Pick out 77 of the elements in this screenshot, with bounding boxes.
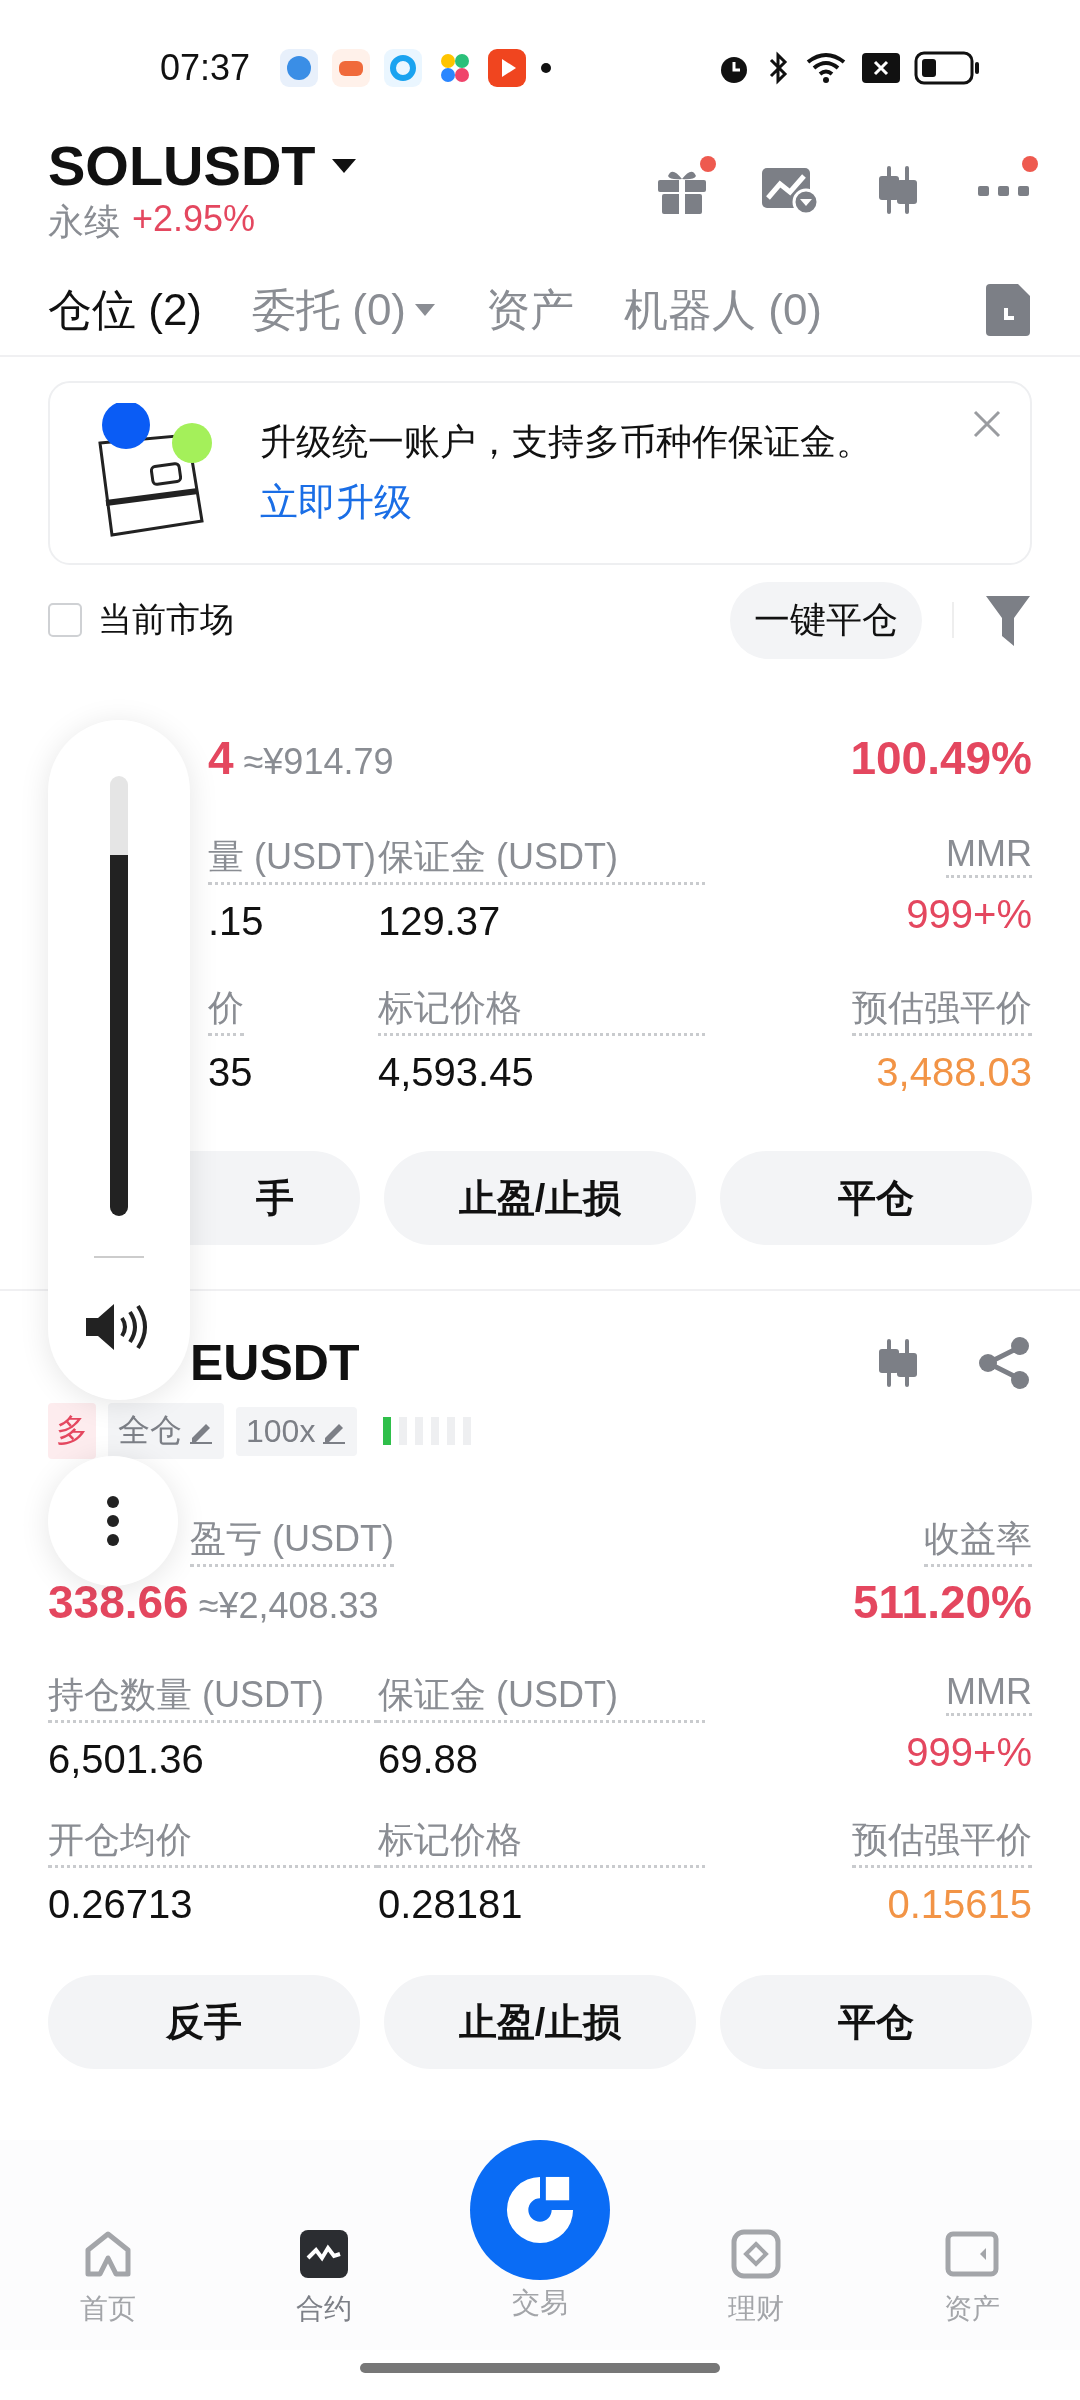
field-value: 0.26713: [48, 1882, 194, 1927]
notification-dot: [1022, 156, 1038, 172]
field-value: 999+%: [906, 892, 1032, 937]
pnl-cny: ≈¥914.79: [243, 741, 394, 783]
notification-dot: [700, 156, 716, 172]
side-tag: 多: [48, 1403, 96, 1459]
action-button[interactable]: 止盈/止损: [384, 1151, 696, 1245]
tab[interactable]: 机器人 (0): [624, 280, 822, 340]
action-button[interactable]: 平仓: [720, 1151, 1032, 1245]
pnl-value: 4: [208, 731, 234, 785]
field-value: 4,593.45: [378, 1050, 535, 1095]
field-value: 0.28181: [378, 1882, 524, 1927]
position-symbol: EUSDT: [189, 1334, 360, 1392]
field-label[interactable]: 持仓数量 (USDT): [48, 1671, 378, 1723]
pulse-icon: [298, 2228, 350, 2280]
action-button[interactable]: 反手: [48, 1975, 360, 2069]
action-button[interactable]: 止盈/止损: [384, 1975, 696, 2069]
field-label[interactable]: 量 (USDT): [208, 833, 376, 885]
field-value: 3,488.03: [876, 1050, 1032, 1095]
share-icon[interactable]: [976, 1335, 1032, 1391]
status-time: 07:37: [160, 46, 251, 89]
roi-value: 511.20%: [852, 1575, 1032, 1629]
game-icon: [332, 48, 371, 87]
upgrade-link[interactable]: 立即升级: [260, 477, 412, 528]
nav-item[interactable]: 交易: [432, 2140, 648, 2350]
cloud-icon: [384, 48, 423, 87]
caret-icon: [414, 303, 436, 317]
history-icon[interactable]: [984, 282, 1032, 338]
battery-icon: [914, 50, 980, 85]
volume-slider[interactable]: [110, 776, 128, 1216]
margin-tag[interactable]: 100x: [236, 1406, 358, 1456]
field-label[interactable]: 预估强平价: [852, 984, 1032, 1036]
field-label[interactable]: 价: [208, 984, 244, 1036]
margin-tag[interactable]: 全仓: [108, 1403, 224, 1459]
field-value: 999+%: [906, 1730, 1032, 1775]
field-label[interactable]: 开仓均价: [48, 1816, 378, 1868]
banner-message: 升级统一账户，支持多币种作保证金。: [260, 420, 872, 464]
symbol-title[interactable]: SOLUSDT: [48, 133, 316, 198]
field-value: .15: [208, 899, 265, 944]
dot-icon: [540, 61, 553, 74]
contract-type: 永续: [48, 200, 120, 244]
close-all-button[interactable]: 一键平仓: [730, 581, 922, 659]
field-label[interactable]: 保证金 (USDT): [378, 1671, 705, 1723]
roi-value: 100.49%: [850, 731, 1032, 785]
video-icon: [488, 48, 527, 87]
action-button[interactable]: 手: [190, 1151, 360, 1245]
price-change: +2.95%: [132, 198, 256, 241]
caret-icon[interactable]: [329, 156, 358, 175]
field-label[interactable]: 保证金 (USDT): [378, 833, 705, 885]
field-label[interactable]: MMR: [946, 833, 1032, 878]
nav-item[interactable]: 首页: [0, 2140, 216, 2350]
tab[interactable]: 仓位 (2): [48, 280, 202, 340]
close-icon[interactable]: [972, 409, 1002, 439]
checkbox-label[interactable]: 当前市场: [98, 597, 234, 643]
field-value: 69.88: [378, 1737, 480, 1782]
action-button[interactable]: 平仓: [720, 1975, 1032, 2069]
field-value: 129.37: [378, 899, 502, 944]
more-icon: [106, 1495, 120, 1547]
nav-item[interactable]: 资产: [864, 2140, 1080, 2350]
field-value: 35: [208, 1050, 254, 1095]
tab[interactable]: 资产: [486, 280, 574, 340]
tab[interactable]: 委托 (0): [252, 280, 436, 340]
sim-icon: [862, 52, 900, 83]
field-label[interactable]: MMR: [946, 1671, 1032, 1716]
pnl-label[interactable]: 盈亏 (USDT): [190, 1515, 394, 1567]
checkbox[interactable]: [48, 603, 82, 637]
roi-label[interactable]: 收益率: [924, 1515, 1032, 1567]
field-value: 0.15615: [887, 1882, 1032, 1927]
field-label[interactable]: 预估强平价: [852, 1816, 1032, 1868]
nav-item[interactable]: 理财: [648, 2140, 864, 2350]
field-label[interactable]: 标记价格: [378, 984, 705, 1036]
nav-item[interactable]: 合约: [216, 2140, 432, 2350]
app-icon: [280, 48, 319, 87]
field-value: 6,501.36: [48, 1737, 205, 1782]
pnl-cny: ≈¥2,408.33: [198, 1585, 379, 1627]
pnl-value: 338.66: [48, 1575, 189, 1629]
field-label[interactable]: 标记价格: [378, 1816, 705, 1868]
